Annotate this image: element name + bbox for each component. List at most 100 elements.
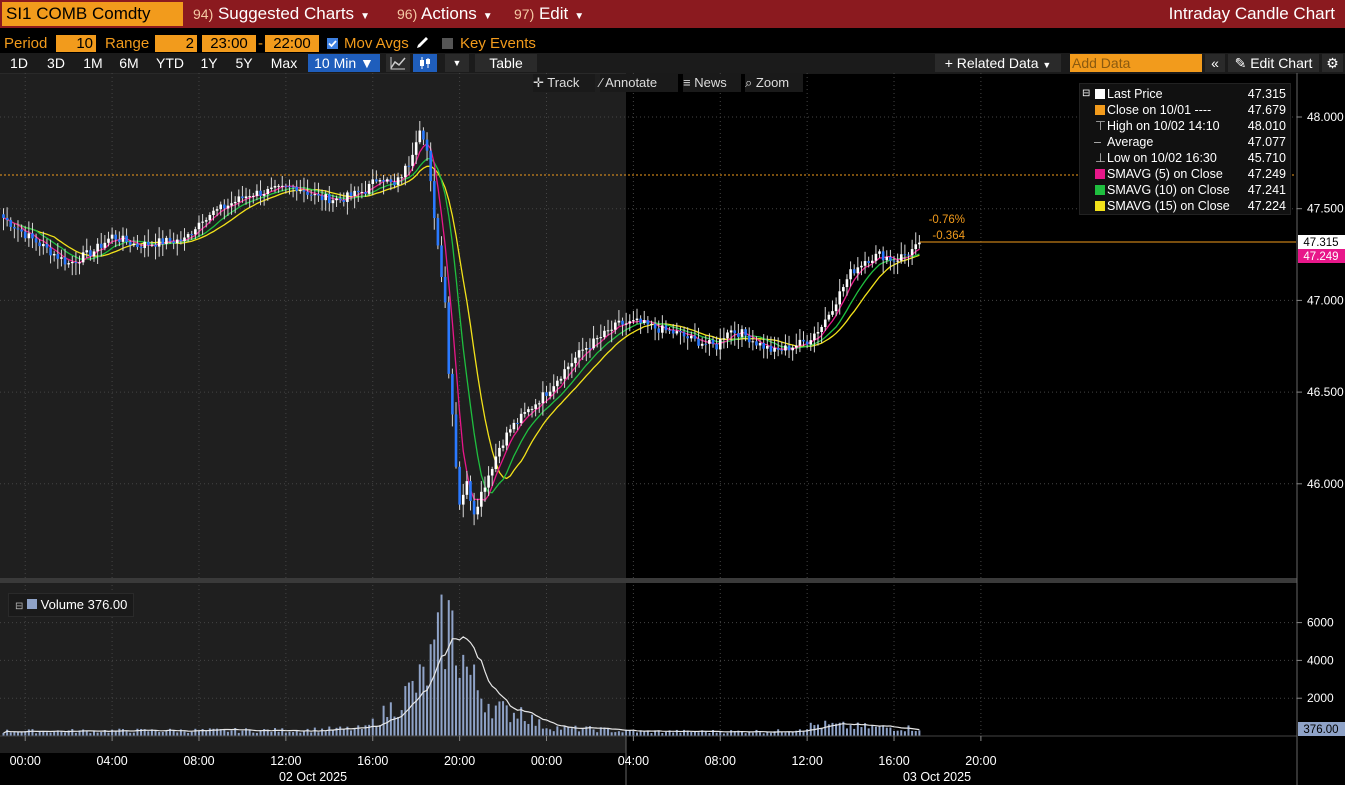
range-button-3d[interactable]: 3D [40, 54, 72, 72]
annotate-tool[interactable]: ⁄ Annotate [600, 74, 678, 92]
candle-body [132, 243, 136, 246]
time-tick-label: 20:00 [965, 754, 996, 768]
volume-bar [719, 731, 722, 736]
range-input[interactable]: 2 [155, 35, 197, 52]
edit-chart-button[interactable]: ✎ Edit Chart [1228, 54, 1319, 72]
time-from-input[interactable]: 23:00 [202, 35, 256, 52]
candle-body [863, 261, 867, 266]
volume-bar [607, 728, 610, 736]
suggested-charts-menu[interactable]: 94) Suggested Charts ▼ [193, 2, 370, 26]
range-button-1y[interactable]: 1Y [194, 54, 224, 72]
candle-body [552, 386, 556, 392]
candle-body [128, 241, 132, 246]
candle-body [823, 319, 827, 327]
candle-body [776, 348, 780, 350]
candle-body [461, 494, 465, 505]
legend-label: Close on 10/01 ---- [1107, 103, 1212, 117]
candle-body [577, 350, 581, 358]
chevron-down-icon: ▼ [574, 11, 585, 22]
candle-body [914, 244, 918, 250]
candle-body [248, 196, 251, 198]
volume-bar [328, 726, 331, 736]
candle-body [385, 179, 389, 182]
candle-body [537, 403, 541, 405]
volume-bar [440, 594, 443, 736]
candle-body [219, 204, 222, 210]
candle-body [121, 235, 125, 242]
period-input[interactable]: 10 [56, 35, 96, 52]
candle-body [70, 262, 74, 264]
edit-menu[interactable]: 97) Edit ▼ [514, 2, 584, 26]
candle-body [45, 244, 49, 248]
candle-body [335, 198, 338, 201]
related-data-button[interactable]: + Related Data ▼ [935, 54, 1061, 72]
volume-bar [621, 732, 624, 736]
gear-icon[interactable]: ⚙ [1322, 54, 1343, 72]
range-button-1d[interactable]: 1D [4, 54, 34, 72]
volume-bar [845, 728, 848, 736]
volume-bar [483, 712, 486, 736]
candle-body [816, 332, 820, 334]
time-tick-label: 04:00 [96, 754, 127, 768]
candle-body [874, 253, 878, 261]
candle-body [766, 345, 769, 349]
collapse-button[interactable]: « [1205, 54, 1225, 72]
candle-body [414, 142, 418, 155]
pane-divider[interactable] [0, 578, 1297, 583]
volume-bar [223, 729, 226, 736]
mov-avgs-checkbox[interactable] [327, 38, 338, 49]
line-chart-button[interactable] [386, 54, 410, 72]
candle-body [718, 339, 722, 350]
candle-body [204, 220, 208, 222]
chart-type-dropdown[interactable]: ▼ [445, 54, 469, 72]
range-button-5y[interactable]: 5Y [229, 54, 259, 72]
volume-bar [498, 701, 501, 736]
price-legend[interactable]: ⊟ Last Price 47.315 Close on 10/01 ---- 47.… [1079, 83, 1291, 215]
range-button-1m[interactable]: 1M [77, 54, 109, 72]
candle-body [208, 215, 212, 221]
candle-body [212, 210, 215, 216]
volume-bar [433, 639, 436, 736]
candle-body [16, 228, 20, 230]
range-button-6m[interactable]: 6M [113, 54, 145, 72]
volume-legend[interactable]: ⊟ Volume 376.00 [8, 593, 135, 617]
range-button-ytd[interactable]: YTD [150, 54, 190, 72]
collapse-icon[interactable]: ⊟ [15, 601, 23, 612]
candle-body [711, 339, 715, 344]
candle-body [856, 267, 860, 274]
candle-body [67, 263, 70, 265]
zoom-tool[interactable]: ⌕ Zoom [745, 74, 803, 92]
candle-body [150, 244, 154, 246]
volume-bar [592, 729, 595, 736]
volume-bar [541, 728, 544, 736]
actions-menu[interactable]: 96) Actions ▼ [397, 2, 493, 26]
track-tool[interactable]: ✛ Track [533, 74, 595, 92]
candle-chart-button[interactable] [413, 54, 437, 72]
time-to-input[interactable]: 22:00 [265, 35, 319, 52]
add-data-input[interactable]: Add Data [1070, 54, 1202, 72]
candle-body [244, 196, 248, 199]
line-draw-icon: ⁄ [600, 75, 603, 90]
candle-body [566, 366, 570, 370]
candle-body [284, 185, 288, 187]
price-tick-label: 47.500 [1307, 202, 1344, 216]
volume-bar [270, 731, 273, 736]
news-tool[interactable]: ≡ News [683, 74, 741, 92]
volume-bar [672, 732, 675, 736]
candle-body [273, 186, 277, 188]
candle-body [411, 154, 414, 166]
candle-body [505, 432, 508, 446]
collapse-icon[interactable]: ⊟ [1082, 86, 1090, 102]
interval-select[interactable]: 10 Min ▼ [308, 54, 380, 72]
candle-chart-icon [420, 57, 430, 69]
key-events-checkbox[interactable] [442, 38, 453, 49]
legend-row-average: – Average 47.077 [1080, 134, 1290, 150]
volume-bar [817, 724, 819, 736]
table-button[interactable]: Table [475, 54, 537, 72]
volume-bar [147, 731, 150, 736]
pencil-icon[interactable] [415, 36, 431, 50]
range-button-max[interactable]: Max [264, 54, 304, 72]
volume-bar [411, 680, 414, 736]
ticker-field[interactable]: SI1 COMB Comdty [2, 2, 183, 26]
volume-bar [780, 732, 783, 736]
